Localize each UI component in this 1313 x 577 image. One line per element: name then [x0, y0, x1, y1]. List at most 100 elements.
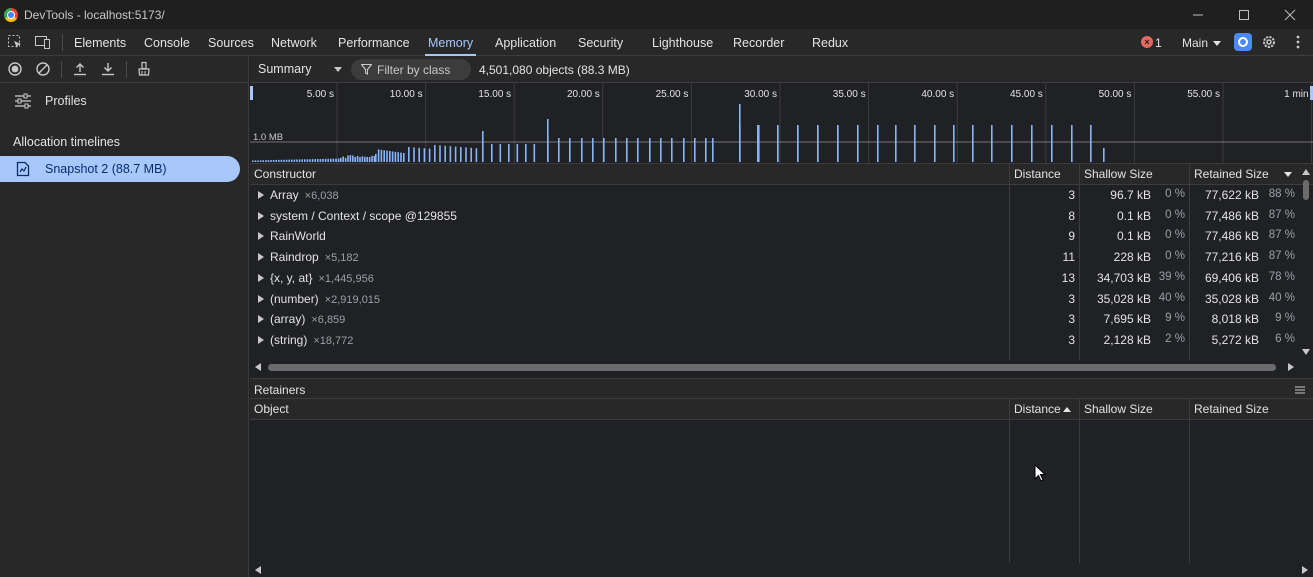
- toolbar-separator: [61, 61, 62, 78]
- menu-icon[interactable]: [1294, 384, 1306, 398]
- horizontal-scrollbar[interactable]: [250, 360, 1300, 374]
- context-select-label: Main: [1182, 36, 1208, 50]
- table-row[interactable]: (array) ×6,859 3 7,695 kB 9 % 8,018 kB 9 %: [250, 309, 1300, 330]
- column-constructor[interactable]: Constructor: [250, 164, 316, 185]
- retained-size-percent: 87 %: [1261, 229, 1295, 241]
- tab-redux[interactable]: Redux: [812, 29, 848, 56]
- allocation-bar: [525, 144, 527, 162]
- retained-size-value: 77,486 kB: [1190, 209, 1259, 223]
- record-icon[interactable]: [7, 61, 23, 77]
- allocation-bar: [257, 160, 259, 162]
- view-select[interactable]: Summary: [258, 62, 311, 76]
- tab-performance[interactable]: Performance: [338, 29, 410, 56]
- table-row[interactable]: Array ×6,038 3 96.7 kB 0 % 77,622 kB 88 %: [250, 185, 1300, 206]
- retainers-horizontal-scrollbar[interactable]: [250, 563, 1313, 577]
- tab-recorder[interactable]: Recorder: [733, 29, 784, 56]
- toolbar-separator: [126, 61, 127, 78]
- tab-application[interactable]: Application: [495, 29, 556, 56]
- column-retained-size[interactable]: Retained Size: [1190, 164, 1269, 185]
- summary-rows: Array ×6,038 3 96.7 kB 0 % 77,622 kB 88 % syste…: [250, 185, 1300, 360]
- constructor-label: (array): [270, 312, 305, 326]
- column-distance[interactable]: Distance: [1010, 399, 1061, 420]
- snapshot-item[interactable]: Snapshot 2 (88.7 MB): [0, 156, 240, 182]
- expand-triangle-icon[interactable]: [258, 212, 264, 220]
- expand-triangle-icon[interactable]: [258, 253, 264, 261]
- allocation-bar: [322, 159, 324, 162]
- allocation-bar: [375, 154, 377, 162]
- table-row[interactable]: (string) ×18,772 3 2,128 kB 2 % 5,272 kB 6 %: [250, 330, 1300, 351]
- maximize-icon[interactable]: [1221, 0, 1267, 29]
- horizontal-scrollbar-thumb[interactable]: [268, 364, 1276, 371]
- timeline-tick-label: 15.00 s: [478, 89, 511, 100]
- column-retained-size[interactable]: Retained Size: [1190, 399, 1269, 420]
- expand-triangle-icon[interactable]: [258, 336, 264, 344]
- allocation-bar: [327, 159, 329, 162]
- close-icon[interactable]: [1267, 0, 1313, 29]
- chevron-down-icon[interactable]: [334, 67, 342, 72]
- table-row[interactable]: (number) ×2,919,015 3 35,028 kB 40 % 35,028 k…: [250, 289, 1300, 310]
- inspect-element-icon[interactable]: [7, 34, 23, 50]
- tab-memory[interactable]: Memory: [428, 29, 473, 56]
- column-shallow-size[interactable]: Shallow Size: [1080, 399, 1153, 420]
- allocation-bar: [500, 144, 502, 162]
- tab-lighthouse[interactable]: Lighthouse: [652, 29, 713, 56]
- allocation-bar: [342, 157, 344, 162]
- upload-icon[interactable]: [72, 61, 88, 77]
- allocation-bar: [338, 159, 340, 162]
- retained-size-value: 77,216 kB: [1190, 250, 1259, 264]
- column-divider: [1009, 420, 1010, 563]
- expand-triangle-icon[interactable]: [258, 191, 264, 199]
- more-options-icon[interactable]: [1290, 34, 1306, 50]
- allocation-bar: [1011, 125, 1013, 162]
- allocation-bar: [354, 157, 356, 162]
- tab-security[interactable]: Security: [578, 29, 623, 56]
- table-row[interactable]: system / Context / scope @129855 8 0.1 kB 0…: [250, 206, 1300, 227]
- tab-network[interactable]: Network: [271, 29, 317, 56]
- tab-elements[interactable]: Elements: [74, 29, 126, 56]
- shallow-size-percent: 0 %: [1153, 229, 1185, 241]
- tab-console[interactable]: Console: [144, 29, 190, 56]
- clear-all-icon[interactable]: [35, 61, 51, 77]
- column-shallow-size[interactable]: Shallow Size: [1080, 164, 1153, 185]
- error-icon[interactable]: ×: [1141, 36, 1153, 48]
- gear-icon[interactable]: [1261, 34, 1277, 50]
- constructor-label: {x, y, at}: [270, 271, 312, 285]
- timeline-tick-label: 1 min: [1284, 89, 1308, 100]
- expand-triangle-icon[interactable]: [258, 295, 264, 303]
- allocation-bar: [374, 156, 376, 162]
- allocation-bar: [460, 147, 462, 162]
- vertical-scrollbar[interactable]: [1299, 164, 1313, 360]
- column-distance[interactable]: Distance: [1010, 164, 1061, 185]
- retained-size-percent: 40 %: [1261, 292, 1295, 304]
- device-toolbar-icon[interactable]: [34, 34, 50, 50]
- tab-sources[interactable]: Sources: [208, 29, 254, 56]
- allocation-bar: [281, 160, 283, 162]
- retainers-section-header[interactable]: Retainers: [250, 378, 1313, 399]
- minimize-icon[interactable]: [1175, 0, 1221, 29]
- summary-grid: Constructor Distance Shallow Size Retain…: [250, 164, 1313, 360]
- expand-triangle-icon[interactable]: [258, 274, 264, 282]
- expand-triangle-icon[interactable]: [258, 315, 264, 323]
- context-select[interactable]: Main: [1182, 29, 1221, 57]
- retained-size-percent: 6 %: [1261, 333, 1295, 345]
- table-row[interactable]: Raindrop ×5,182 11 228 kB 0 % 77,216 kB 87 %: [250, 247, 1300, 268]
- allocation-bar: [660, 138, 662, 162]
- table-row[interactable]: RainWorld 9 0.1 kB 0 % 77,486 kB 87 %: [250, 226, 1300, 247]
- column-object[interactable]: Object: [250, 399, 289, 420]
- profiles-header[interactable]: Profiles: [0, 88, 249, 114]
- allocation-bar: [777, 125, 779, 162]
- table-row[interactable]: {x, y, at} ×1,445,956 13 34,703 kB 39 % 69,40…: [250, 268, 1300, 289]
- collect-garbage-icon[interactable]: [136, 61, 152, 77]
- expand-triangle-icon[interactable]: [258, 232, 264, 240]
- download-icon[interactable]: [100, 61, 116, 77]
- error-count[interactable]: 1: [1155, 29, 1162, 57]
- allocation-bar: [408, 147, 410, 162]
- mouse-cursor-icon: [1034, 464, 1046, 487]
- allocation-timeline[interactable]: 5.00 s 10.00 s 15.00 s 20.00 s 25.00 s 30.00 …: [250, 83, 1313, 164]
- ai-assistance-icon[interactable]: [1234, 33, 1252, 51]
- class-filter-input[interactable]: Filter by class: [351, 59, 471, 80]
- distance-value: 9: [1010, 229, 1075, 243]
- constructor-label: system / Context / scope @129855: [270, 209, 457, 223]
- allocation-bar: [252, 160, 254, 162]
- allocation-bar: [1051, 125, 1053, 162]
